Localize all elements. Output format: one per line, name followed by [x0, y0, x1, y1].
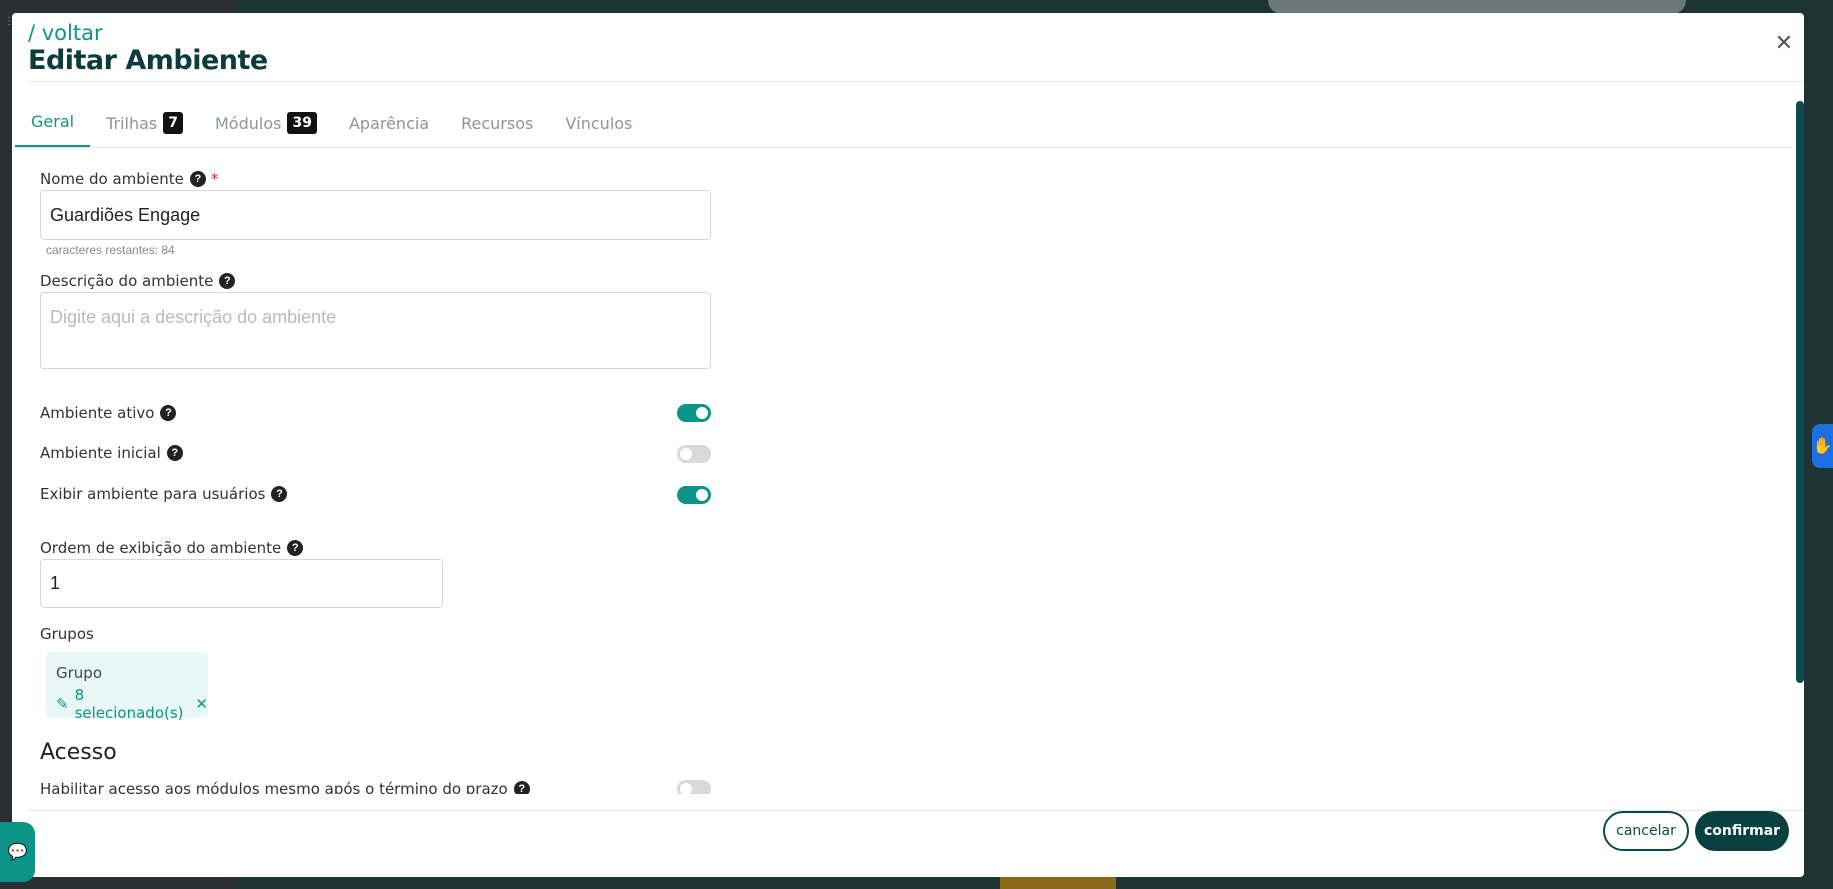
help-icon[interactable]: ? [219, 273, 236, 289]
chat-icon[interactable]: 💬 [0, 822, 35, 882]
help-icon[interactable]: ? [513, 781, 530, 794]
tab-vinculos[interactable]: Vínculos [549, 98, 648, 148]
pencil-icon[interactable]: ✎ [56, 695, 69, 713]
modal-title: Editar Ambiente [28, 45, 268, 76]
group-selection[interactable]: ✎ 8 selecionado(s) ✕ [56, 686, 208, 722]
clear-icon[interactable]: ✕ [195, 695, 208, 713]
accessibility-hand-icon[interactable]: ✋ [1812, 424, 1833, 468]
toggle-knob [680, 448, 692, 460]
order-label-text: Ordem de exibição do ambiente [40, 539, 282, 557]
header-divider [28, 81, 1804, 82]
access-toggle[interactable] [677, 780, 711, 794]
access-toggle-label: Habilitar acesso aos módulos mesmo após … [40, 780, 530, 794]
background-button [1000, 876, 1116, 889]
help-icon[interactable]: ? [160, 405, 177, 421]
toggle-knob [696, 489, 708, 501]
active-toggle[interactable] [677, 404, 711, 422]
close-icon[interactable]: ✕ [1772, 31, 1796, 55]
toggle-label-active: Ambiente ativo ? [40, 404, 177, 422]
order-input[interactable]: 1 [40, 559, 443, 608]
toggle-knob [680, 783, 692, 794]
scrollbar[interactable] [1796, 101, 1804, 683]
group-selection-text[interactable]: 8 selecionado(s) [75, 686, 190, 722]
help-icon[interactable]: ? [287, 540, 304, 556]
toggle-knob [696, 407, 708, 419]
access-section-title: Acesso [40, 740, 117, 765]
toggle-label-show: Exibir ambiente para usuários ? [40, 485, 288, 503]
groups-label: Grupos [40, 625, 94, 643]
tab-aparencia[interactable]: Aparência [333, 98, 445, 148]
cancel-button[interactable]: cancelar [1603, 811, 1689, 851]
count-badge: 39 [287, 112, 317, 134]
description-label-text: Descrição do ambiente [40, 272, 214, 290]
tab-label: Trilhas [106, 113, 158, 133]
tab-geral[interactable]: Geral [15, 98, 91, 148]
tab-label: Geral [31, 112, 75, 131]
help-icon[interactable]: ? [189, 171, 206, 187]
group-card-title: Grupo [56, 664, 102, 682]
name-label: Nome do ambiente ? * [40, 170, 218, 188]
tabs-divider [15, 147, 1793, 148]
tab-recursos[interactable]: Recursos [445, 98, 549, 148]
toggle-label-initial: Ambiente inicial ? [40, 444, 183, 462]
tab-bar: Geral Trilhas 7 Módulos 39 Aparência Recur… [15, 98, 648, 148]
name-helper-text: caracteres restantes: 84 [46, 243, 175, 257]
background-search-bar [1268, 0, 1686, 14]
toggle-label-text: Ambiente ativo [40, 404, 155, 422]
help-icon[interactable]: ? [166, 445, 183, 461]
confirm-button[interactable]: confirmar [1695, 811, 1789, 851]
footer-divider [28, 810, 1804, 811]
initial-toggle[interactable] [677, 445, 711, 463]
tab-label: Vínculos [565, 113, 633, 133]
show-users-toggle[interactable] [677, 486, 711, 504]
drag-handle-icon: ⋮ [4, 16, 14, 27]
access-toggle-label-text: Habilitar acesso aos módulos mesmo após … [40, 780, 508, 794]
tab-trilhas[interactable]: Trilhas 7 [90, 98, 199, 148]
back-link[interactable]: / voltar [28, 21, 103, 45]
tab-label: Módulos [215, 113, 282, 133]
description-textarea[interactable]: Digite aqui a descrição do ambiente [40, 292, 711, 369]
tab-label: Recursos [461, 113, 534, 133]
name-input[interactable]: Guardiões Engage [40, 190, 711, 240]
count-badge: 7 [163, 112, 183, 134]
group-card: Grupo ✎ 8 selecionado(s) ✕ [46, 652, 208, 722]
groups-label-text: Grupos [40, 625, 94, 643]
tab-label: Aparência [348, 113, 430, 133]
toggle-label-text: Ambiente inicial [40, 444, 161, 462]
help-icon[interactable]: ? [271, 486, 288, 502]
description-label: Descrição do ambiente ? [40, 272, 236, 290]
required-marker: * [210, 170, 219, 188]
access-row-clip: Habilitar acesso aos módulos mesmo após … [40, 778, 730, 794]
order-label: Ordem de exibição do ambiente ? [40, 539, 304, 557]
tab-modulos[interactable]: Módulos 39 [199, 98, 333, 148]
toggle-label-text: Exibir ambiente para usuários [40, 485, 266, 503]
name-label-text: Nome do ambiente [40, 170, 184, 188]
